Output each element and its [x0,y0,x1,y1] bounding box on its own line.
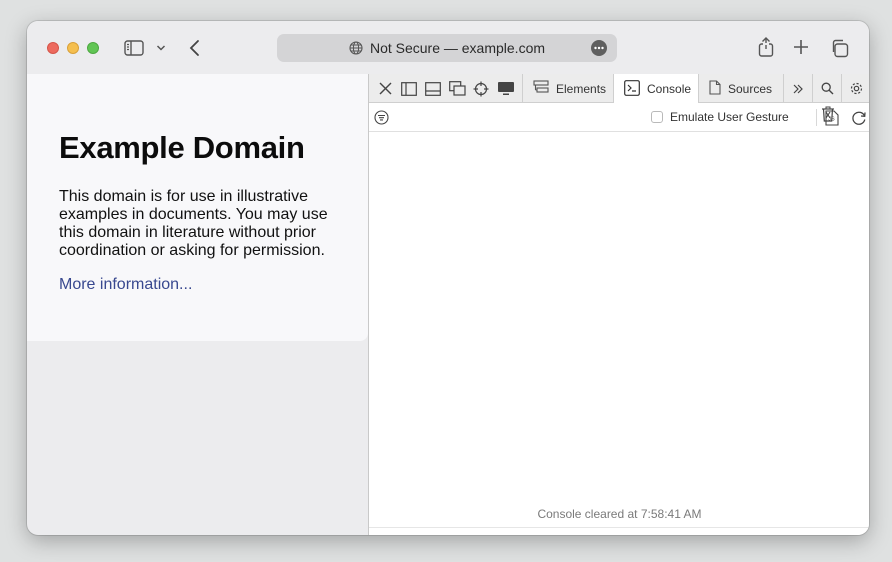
tab-label: Sources [728,81,773,96]
web-page: Example Domain This domain is for use in… [27,74,368,341]
tab-separator [783,74,784,103]
page-paragraph: This domain is for use in illustrative e… [59,188,328,259]
tab-sources[interactable]: Sources [699,74,783,103]
console-filter-bar: Emulate User Gesture JS [369,103,869,132]
emulate-label: Emulate User Gesture [670,110,789,124]
search-icon[interactable] [815,74,839,103]
filter-icon[interactable] [371,103,391,132]
tab-elements[interactable]: Elements [523,74,613,103]
gear-icon[interactable] [844,74,868,103]
detach-window-icon[interactable] [447,74,467,103]
tab-overview-icon[interactable] [829,38,849,58]
console-icon [624,79,640,99]
tab-separator [841,74,842,103]
dock-side-icon[interactable] [399,74,419,103]
console-cleared-message: Console cleared at 7:58:41 AM [537,507,702,521]
close-inspector-icon[interactable] [375,74,395,103]
sources-icon [709,79,721,98]
maximize-window-button[interactable] [87,42,99,54]
inspector-tab-bar: Elements Console Sources [369,74,869,104]
more-options-icon[interactable] [591,40,607,56]
trash-icon[interactable] [817,103,839,125]
dock-bottom-icon[interactable] [423,74,443,103]
title-bar: Not Secure — example.com [27,21,869,74]
share-icon[interactable] [756,36,776,58]
address-text: Not Secure — example.com [369,40,546,56]
tab-separator [812,74,813,103]
console-prompt-divider [369,527,869,528]
elements-icon [533,80,549,97]
close-window-button[interactable] [47,42,59,54]
element-picker-icon[interactable] [471,74,491,103]
reload-icon[interactable] [847,103,869,132]
emulate-user-gesture-toggle[interactable]: Emulate User Gesture [651,110,789,124]
back-arrow-icon[interactable] [187,38,203,58]
page-title: Example Domain [59,130,305,165]
address-bar[interactable]: Not Secure — example.com [277,34,617,62]
globe-icon [349,41,363,55]
browser-window: Not Secure — example.com Example Domain … [27,21,869,535]
emulate-checkbox[interactable] [651,111,663,123]
new-tab-icon[interactable] [792,38,810,56]
web-inspector: Elements Console Sources Emulate User Ge… [368,74,869,535]
tab-label: Console [647,82,692,96]
minimize-window-button[interactable] [67,42,79,54]
tab-console[interactable]: Console [613,74,699,104]
device-mode-icon[interactable] [495,74,517,103]
sidebar-toggle-icon[interactable] [123,39,145,57]
more-tabs-chevron-icon[interactable] [787,74,809,103]
tab-label: Elements [556,81,607,96]
chevron-down-icon[interactable] [155,41,167,55]
more-information-link[interactable]: More information... [59,276,192,294]
